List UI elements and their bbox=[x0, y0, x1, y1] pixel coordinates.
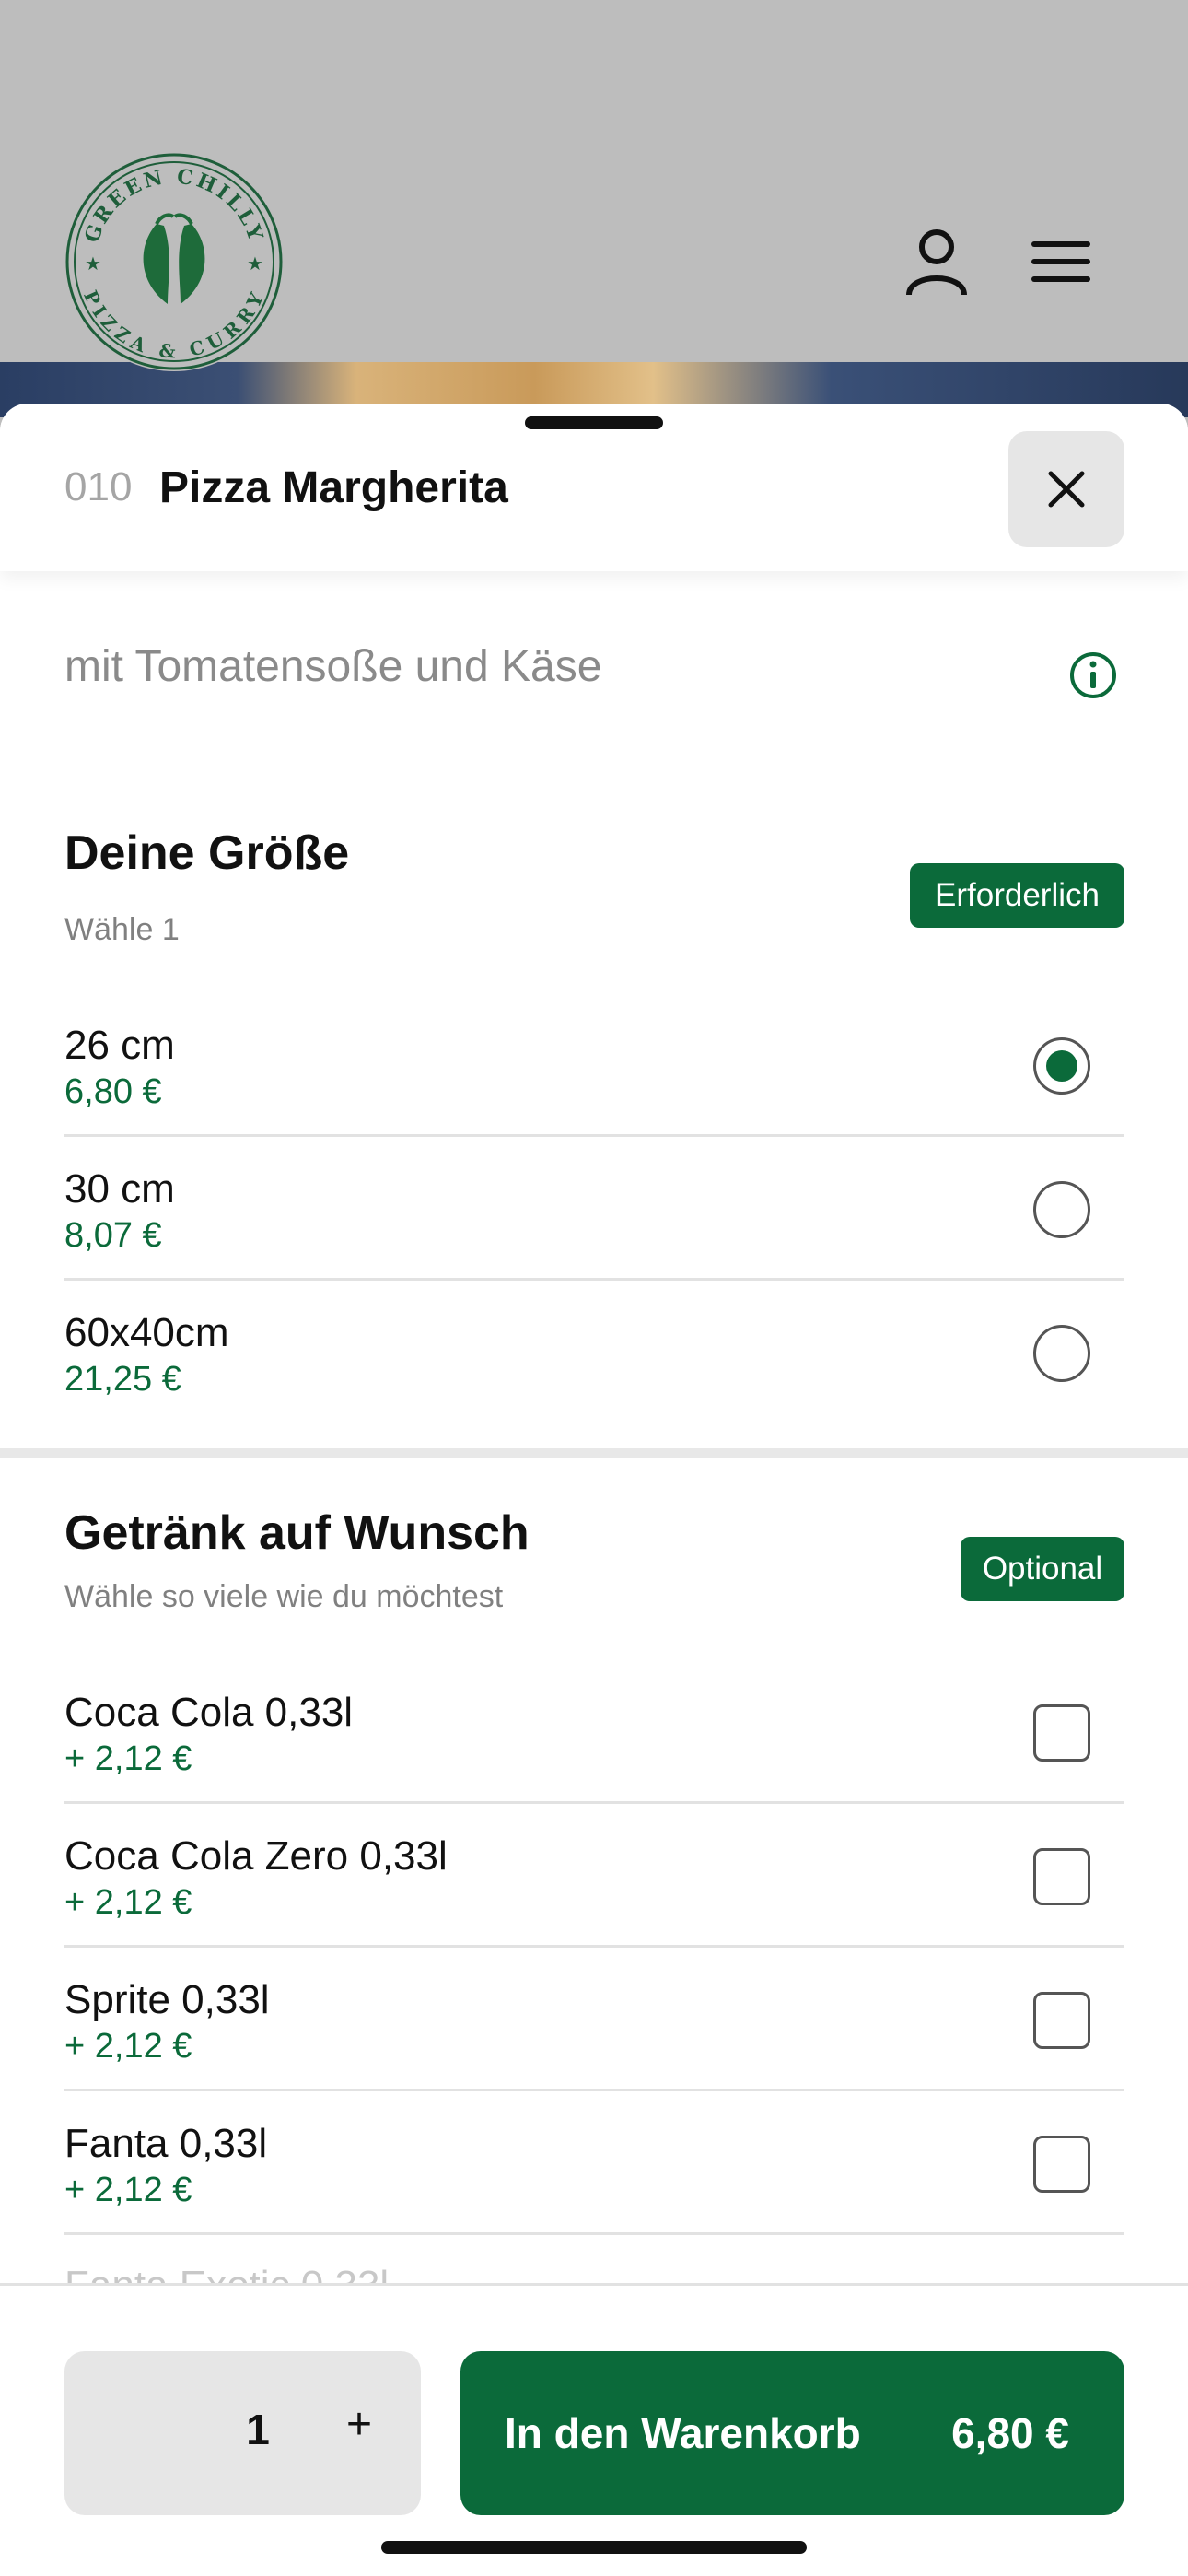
drink-option-fanta[interactable]: Fanta 0,33l + 2,12 € bbox=[64, 2091, 1124, 2235]
drink-section-title: Getränk auf Wunsch bbox=[64, 1506, 530, 1560]
hamburger-menu-icon[interactable] bbox=[1031, 241, 1090, 282]
item-number: 010 bbox=[64, 464, 133, 509]
size-option-60x40cm[interactable]: 60x40cm 21,25 € bbox=[64, 1281, 1124, 1424]
option-price: 21,25 € bbox=[64, 1360, 181, 1399]
add-to-cart-bar: 1 + In den Warenkorb 6,80 € bbox=[0, 2283, 1188, 2576]
option-price: + 2,12 € bbox=[64, 2027, 192, 2066]
size-option-30cm[interactable]: 30 cm 8,07 € bbox=[64, 1137, 1124, 1281]
radio-button[interactable] bbox=[1033, 1325, 1090, 1382]
drink-option-sprite[interactable]: Sprite 0,33l + 2,12 € bbox=[64, 1948, 1124, 2091]
quantity-stepper[interactable]: 1 + bbox=[64, 2351, 421, 2515]
brand-logo[interactable]: GREEN CHILLY PIZZA & CURRY ★ ★ bbox=[64, 152, 284, 371]
logo-graphic: GREEN CHILLY PIZZA & CURRY ★ ★ bbox=[65, 153, 283, 370]
close-button[interactable] bbox=[1008, 431, 1124, 547]
option-label: Coca Cola Zero 0,33l bbox=[64, 1833, 448, 1879]
info-icon[interactable] bbox=[1068, 650, 1118, 700]
plus-icon[interactable]: + bbox=[332, 2399, 387, 2450]
svg-text:★: ★ bbox=[247, 254, 263, 275]
option-price: + 2,12 € bbox=[64, 1883, 192, 1922]
logo-bottom-text: PIZZA & CURRY bbox=[79, 287, 266, 362]
section-divider bbox=[0, 1448, 1188, 1458]
home-indicator bbox=[381, 2541, 807, 2554]
sheet-grabber[interactable] bbox=[525, 416, 663, 429]
drink-option-coca-cola[interactable]: Coca Cola 0,33l + 2,12 € bbox=[64, 1660, 1124, 1804]
checkbox[interactable] bbox=[1033, 1704, 1090, 1762]
option-label: 30 cm bbox=[64, 1166, 175, 1212]
item-description: mit Tomatensoße und Käse bbox=[64, 642, 602, 691]
radio-button[interactable] bbox=[1033, 1037, 1090, 1095]
optional-badge: Optional bbox=[961, 1537, 1124, 1601]
option-price: 8,07 € bbox=[64, 1216, 162, 1255]
sheet-header: 010 Pizza Margherita bbox=[0, 404, 1188, 571]
drink-section-subtitle: Wähle so viele wie du möchtest bbox=[64, 1579, 504, 1614]
option-label: Fanta 0,33l bbox=[64, 2121, 268, 2166]
svg-text:PIZZA & CURRY: PIZZA & CURRY bbox=[79, 287, 269, 362]
add-to-cart-button[interactable]: In den Warenkorb 6,80 € bbox=[460, 2351, 1124, 2515]
checkbox[interactable] bbox=[1033, 2136, 1090, 2193]
option-price: 6,80 € bbox=[64, 1072, 162, 1111]
product-sheet: 010 Pizza Margherita mit Tomatensoße und… bbox=[0, 404, 1188, 2576]
option-label: Sprite 0,33l bbox=[64, 1977, 270, 2022]
checkbox[interactable] bbox=[1033, 1848, 1090, 1905]
svg-text:★: ★ bbox=[85, 254, 101, 275]
quantity-value: 1 bbox=[246, 2406, 270, 2453]
required-badge: Erforderlich bbox=[910, 863, 1124, 928]
option-label: Coca Cola 0,33l bbox=[64, 1690, 354, 1735]
size-section-title: Deine Größe bbox=[64, 826, 350, 880]
add-to-cart-label: In den Warenkorb bbox=[505, 2409, 861, 2457]
option-label: 60x40cm bbox=[64, 1310, 229, 1355]
option-price: + 2,12 € bbox=[64, 2171, 192, 2209]
cart-total-price: 6,80 € bbox=[951, 2409, 1069, 2457]
size-option-26cm[interactable]: 26 cm 6,80 € bbox=[64, 993, 1124, 1137]
checkbox[interactable] bbox=[1033, 1992, 1090, 2049]
radio-button[interactable] bbox=[1033, 1181, 1090, 1238]
user-icon[interactable] bbox=[904, 228, 969, 297]
option-label: 26 cm bbox=[64, 1023, 175, 1068]
item-title: Pizza Margherita bbox=[159, 463, 508, 512]
size-section-subtitle: Wähle 1 bbox=[64, 912, 180, 947]
option-price: + 2,12 € bbox=[64, 1739, 192, 1778]
close-icon bbox=[1048, 471, 1085, 508]
drink-option-coca-cola-zero[interactable]: Coca Cola Zero 0,33l + 2,12 € bbox=[64, 1804, 1124, 1948]
